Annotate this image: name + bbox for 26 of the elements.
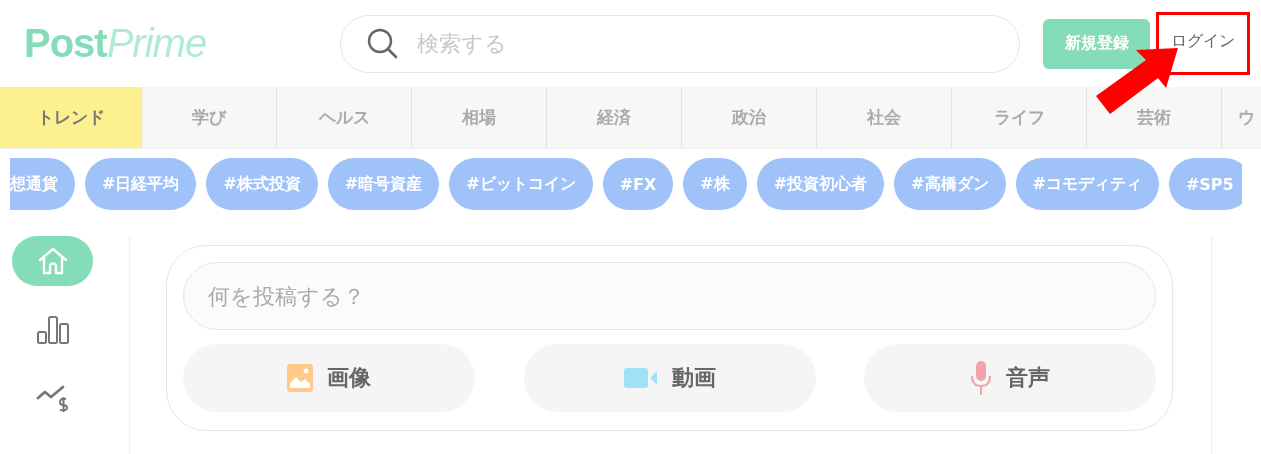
category-tab[interactable]: トレンド xyxy=(0,87,142,148)
audio-button[interactable]: 音声 xyxy=(864,344,1156,412)
search-icon xyxy=(367,27,399,60)
hashtag-chip[interactable]: #FX xyxy=(602,158,674,210)
signup-button[interactable]: 新規登録 xyxy=(1043,18,1150,69)
hashtag-chip[interactable]: #株式投資 xyxy=(206,158,318,210)
image-button[interactable]: 画像 xyxy=(183,344,475,412)
video-camera-icon xyxy=(623,367,658,389)
hashtag-chip[interactable]: #高橋ダン xyxy=(894,158,1006,210)
image-icon xyxy=(287,364,313,392)
hashtag-chip[interactable]: #投資初心者 xyxy=(756,158,885,210)
hashtag-chip[interactable]: #SP5 xyxy=(1168,158,1242,210)
home-icon xyxy=(36,246,69,276)
video-button[interactable]: 動画 xyxy=(523,344,816,412)
podium-icon xyxy=(35,314,70,344)
post-input[interactable]: 何を投稿する？ xyxy=(183,262,1156,330)
hashtag-chip[interactable]: 想通貨 xyxy=(10,158,75,210)
hashtag-chip[interactable]: #コモディティ xyxy=(1015,158,1159,210)
logo-text: Prime xyxy=(106,21,207,65)
logo[interactable]: PostPrime xyxy=(24,21,340,66)
logo-text: Post xyxy=(24,21,107,65)
hashtag-chip[interactable]: #ビットコイン xyxy=(449,158,593,210)
hashtag-chip[interactable]: #暗号資産 xyxy=(327,158,440,210)
hashtag-chip[interactable]: #株 xyxy=(683,158,747,210)
microphone-icon xyxy=(970,361,992,395)
hashtag-chip[interactable]: #日経平均 xyxy=(85,158,197,210)
